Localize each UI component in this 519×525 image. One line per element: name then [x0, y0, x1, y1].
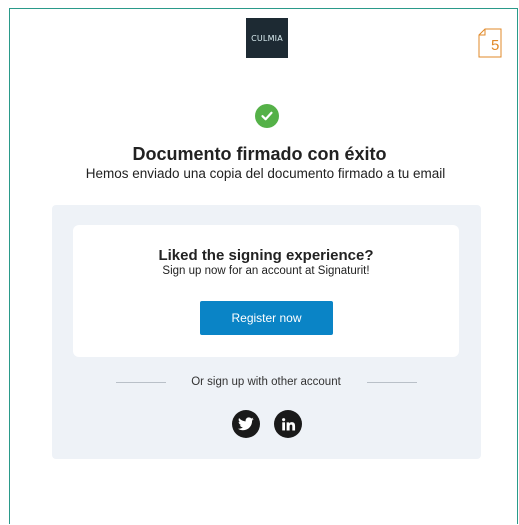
twitter-icon[interactable]	[232, 410, 260, 438]
register-now-button[interactable]: Register now	[200, 301, 333, 335]
other-account-divider-label: Or sign up with other account	[191, 376, 341, 388]
divider-right	[367, 382, 417, 383]
success-title: Documento firmado con éxito	[132, 144, 387, 164]
signup-subheading: Sign up now for an account at Signaturit…	[162, 265, 370, 277]
signup-heading: Liked the signing experience?	[158, 247, 374, 264]
success-subtitle: Hemos enviado una copia del documento fi…	[85, 166, 446, 181]
divider-left	[116, 382, 166, 383]
page-number: 5	[491, 37, 500, 54]
success-check-icon	[255, 104, 279, 128]
linkedin-icon[interactable]	[274, 410, 302, 438]
signup-card	[73, 225, 459, 357]
culmia-logo: CULMIA	[246, 18, 288, 58]
logo-text: CULMIA	[251, 33, 283, 43]
